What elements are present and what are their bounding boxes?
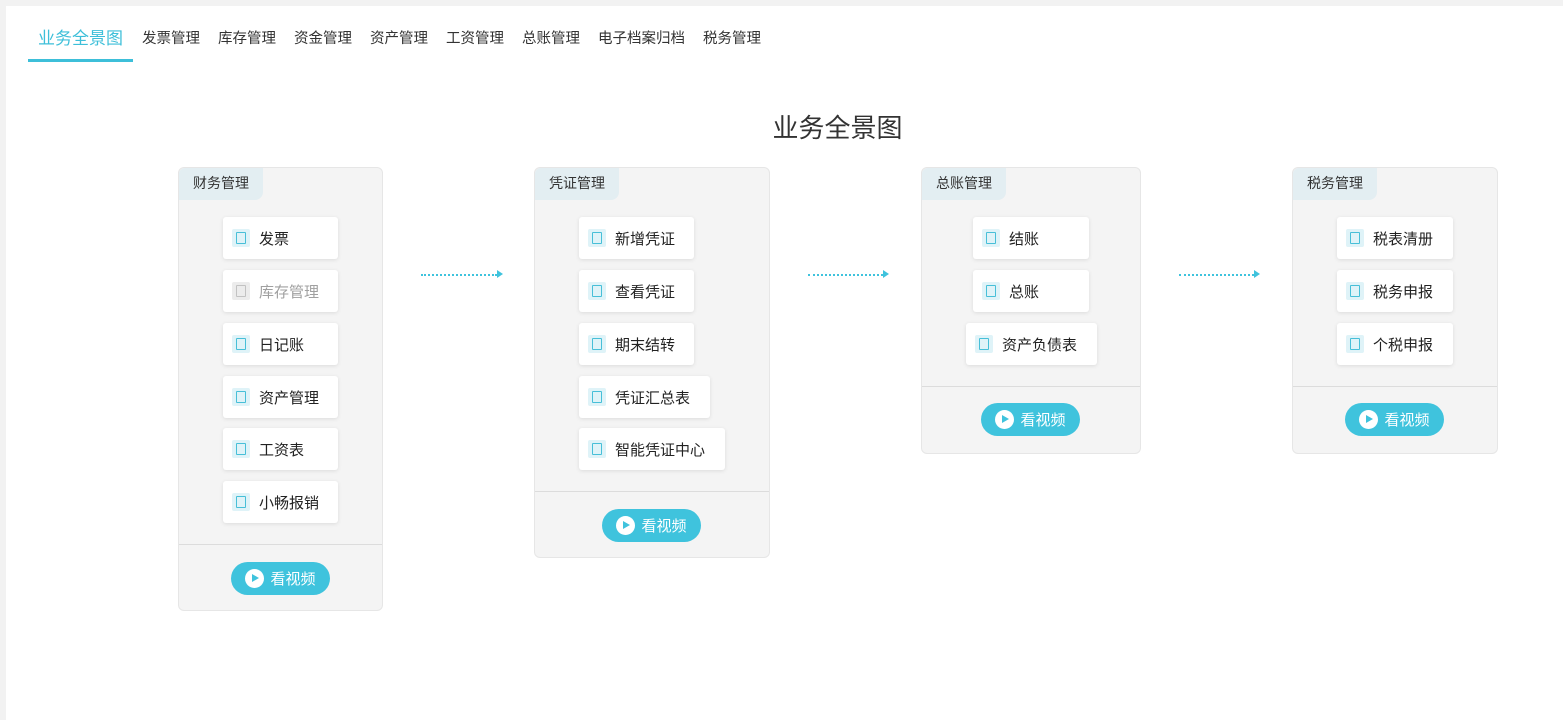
inventory-icon (232, 282, 250, 300)
tab-overview[interactable]: 业务全景图 (28, 24, 133, 62)
card-finance: 财务管理 发票 库存管理 日记账 资产管理 工资表 小畅报销 看视频 (178, 167, 383, 611)
bank-icon (232, 388, 250, 406)
item-close-account[interactable]: 结账 (973, 217, 1089, 259)
page-title: 业务全景图 (772, 114, 903, 144)
card-title: 总账管理 (922, 168, 1006, 200)
page: 业务全景图 发票管理 库存管理 资金管理 资产管理 工资管理 总账管理 电子档案… (6, 6, 1563, 720)
play-icon (616, 516, 636, 535)
card-divider (535, 491, 769, 492)
item-salary-sheet[interactable]: 工资表 (223, 428, 338, 470)
item-voucher-summary[interactable]: 凭证汇总表 (579, 376, 710, 418)
tab-tax[interactable]: 税务管理 (694, 24, 770, 62)
play-icon (245, 569, 265, 588)
item-journal[interactable]: 日记账 (223, 323, 338, 365)
reimburse-icon (232, 493, 250, 511)
play-icon (995, 410, 1015, 429)
card-title: 税务管理 (1293, 168, 1377, 200)
card-divider (1293, 386, 1497, 387)
close-account-icon (982, 229, 1000, 247)
card-title: 财务管理 (179, 168, 263, 200)
tab-funds[interactable]: 资金管理 (285, 24, 361, 62)
ledger-icon (982, 282, 1000, 300)
item-tax-form-list[interactable]: 税表清册 (1337, 217, 1453, 259)
smart-voucher-icon (588, 440, 606, 458)
item-asset-management[interactable]: 资产管理 (223, 376, 338, 418)
view-voucher-icon (588, 282, 606, 300)
card-title: 凭证管理 (535, 168, 619, 200)
personal-tax-icon (1346, 335, 1364, 353)
item-period-end-transfer[interactable]: 期末结转 (579, 323, 694, 365)
tab-ledger[interactable]: 总账管理 (513, 24, 589, 62)
card-voucher: 凭证管理 新增凭证 查看凭证 期末结转 凭证汇总表 智能凭证中心 看视频 (534, 167, 770, 558)
item-view-voucher[interactable]: 查看凭证 (579, 270, 694, 312)
item-smart-voucher-center[interactable]: 智能凭证中心 (579, 428, 725, 470)
item-reimbursement[interactable]: 小畅报销 (223, 481, 338, 523)
item-general-ledger[interactable]: 总账 (973, 270, 1089, 312)
item-personal-tax[interactable]: 个税申报 (1337, 323, 1453, 365)
watch-video-button[interactable]: 看视频 (1345, 403, 1444, 436)
tab-assets[interactable]: 资产管理 (361, 24, 437, 62)
item-invoice[interactable]: 发票 (223, 217, 338, 259)
transfer-icon (588, 335, 606, 353)
balance-sheet-icon (975, 335, 993, 353)
item-tax-declaration[interactable]: 税务申报 (1337, 270, 1453, 312)
tax-list-icon (1346, 229, 1364, 247)
item-add-voucher[interactable]: 新增凭证 (579, 217, 694, 259)
flow-arrow (808, 270, 889, 278)
top-nav: 业务全景图 发票管理 库存管理 资金管理 资产管理 工资管理 总账管理 电子档案… (28, 24, 770, 62)
add-voucher-icon (588, 229, 606, 247)
tab-salary[interactable]: 工资管理 (437, 24, 513, 62)
watch-video-button[interactable]: 看视频 (981, 403, 1080, 436)
card-ledger: 总账管理 结账 总账 资产负债表 看视频 (921, 167, 1141, 454)
invoice-icon (232, 229, 250, 247)
card-divider (179, 544, 382, 545)
card-divider (922, 386, 1140, 387)
journal-icon (232, 335, 250, 353)
tax-declare-icon (1346, 282, 1364, 300)
flow-arrow (421, 270, 503, 278)
tab-invoice[interactable]: 发票管理 (133, 24, 209, 62)
watch-video-button[interactable]: 看视频 (602, 509, 701, 542)
summary-icon (588, 388, 606, 406)
item-inventory[interactable]: 库存管理 (223, 270, 338, 312)
card-tax: 税务管理 税表清册 税务申报 个税申报 看视频 (1292, 167, 1498, 454)
tab-e-archive[interactable]: 电子档案归档 (589, 24, 694, 62)
watch-video-button[interactable]: 看视频 (231, 562, 330, 595)
play-icon (1359, 410, 1379, 429)
flow-arrow (1179, 270, 1260, 278)
salary-icon (232, 440, 250, 458)
item-balance-sheet[interactable]: 资产负债表 (966, 323, 1097, 365)
tab-inventory[interactable]: 库存管理 (209, 24, 285, 62)
